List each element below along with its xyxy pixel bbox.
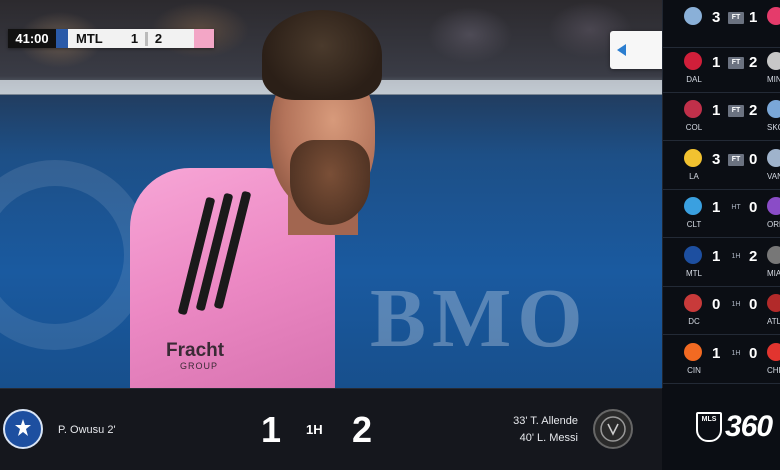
away-team-logo-icon [767, 148, 780, 167]
away-team-abbr: VAN [767, 171, 780, 181]
home-team-logo-icon [684, 51, 702, 70]
game-status: HT [731, 204, 741, 211]
away-goal-scorers: 33' T. Allende 40' L. Messi [498, 413, 578, 447]
home-team-abbr: LA [689, 171, 699, 181]
away-team-abbr: SKC [767, 123, 780, 132]
home-team-score: 1 [712, 247, 721, 265]
home-team-score: 1 [712, 199, 721, 216]
away-team-score: 0 [749, 150, 758, 168]
game-row[interactable]: CIN 1 1H 0 CHI [663, 336, 780, 384]
away-team-score: 0 [749, 344, 758, 362]
match-period: 1H [306, 422, 323, 437]
play-arrow-icon [617, 44, 626, 56]
home-team-abbr: MTL [76, 31, 103, 46]
mls-360-label: 360 [725, 410, 773, 443]
away-team-logo-icon [767, 197, 780, 215]
away-team-logo-icon [767, 245, 780, 264]
away-scorer: 40' L. Messi [519, 432, 578, 444]
cf-montreal-crest-icon [3, 409, 43, 449]
home-team-abbr: COL [685, 123, 703, 132]
game-row[interactable]: DC 0 1H 0 ATL [663, 287, 780, 335]
jersey-sponsor-sub: GROUP [180, 361, 219, 371]
mls-shield-icon: MLS [696, 412, 722, 442]
home-color-bar [56, 29, 68, 48]
video-player[interactable]: BMO Fracht GROUP 41:00 MTL 1 2 [0, 0, 662, 388]
player-figure [130, 0, 382, 388]
game-status: 1H [731, 301, 741, 308]
home-team-abbr: CIN [687, 365, 701, 375]
home-score-large: 1 [261, 409, 282, 450]
away-team-score: 2 [749, 53, 758, 71]
home-team-logo-icon [684, 100, 702, 118]
away-team-logo-icon [767, 294, 780, 312]
home-score: 1 [130, 31, 139, 46]
league-scores-panel: 3 FT 1 DAL 1 FT 2 MIN COL 1 FT 2 SKC LA … [662, 0, 780, 388]
match-clock: 41:00 [8, 29, 56, 48]
away-team-abbr: ORL [767, 220, 780, 229]
game-row[interactable]: 3 FT 1 [663, 0, 780, 48]
home-team-abbr: DAL [686, 74, 702, 84]
away-team-abbr: CHI [767, 365, 780, 375]
home-team-score: 1 [712, 53, 721, 71]
game-status: FT [728, 56, 744, 69]
away-team-logo-icon [767, 100, 780, 118]
game-row[interactable]: LA 3 FT 0 VAN [663, 142, 780, 190]
away-team-score: 0 [749, 296, 758, 313]
game-row[interactable]: DAL 1 FT 2 MIN [663, 45, 780, 93]
home-team-score: 3 [712, 150, 721, 168]
away-team-abbr: ATL [767, 317, 780, 326]
away-team-score: 1 [749, 9, 758, 26]
game-row[interactable]: COL 1 FT 2 SKC [663, 93, 780, 141]
home-team-abbr: MTL [686, 268, 702, 278]
away-team-logo-icon [767, 51, 780, 70]
jersey-sponsor: Fracht [166, 340, 225, 361]
away-team-logo-icon [767, 342, 780, 361]
game-row[interactable]: CLT 1 HT 0 ORL [663, 190, 780, 238]
home-team-logo-icon [684, 7, 702, 25]
live-scorebug: 41:00 MTL 1 2 [8, 29, 214, 48]
away-team-abbr: MIA [767, 268, 780, 278]
scorebug-teams: MTL 1 2 [68, 29, 194, 48]
game-status: FT [728, 105, 744, 117]
home-team-score: 0 [712, 296, 721, 313]
away-team-logo-icon [767, 7, 780, 25]
home-team-logo-icon [684, 294, 702, 312]
away-team-score: 2 [749, 247, 758, 265]
home-team-score: 1 [712, 102, 721, 119]
home-goal-scorer: P. Owusu 2' [58, 424, 116, 436]
game-status: FT [728, 153, 744, 166]
game-row[interactable]: MTL 1 1H 2 MIA [663, 239, 780, 287]
home-team-abbr: DC [688, 317, 700, 326]
away-score: 2 [154, 31, 163, 46]
home-team-logo-icon [684, 197, 702, 215]
away-color-bar [194, 29, 214, 48]
home-team-logo-icon [684, 148, 702, 167]
away-scorer: 33' T. Allende [513, 415, 578, 427]
match-scoreboard: P. Owusu 2' 1 1H 2 33' T. Allende 40' L.… [0, 388, 662, 470]
home-team-abbr: CLT [686, 220, 702, 229]
home-team-logo-icon [684, 245, 702, 264]
away-team-score: 0 [749, 199, 758, 216]
mls-360-branding: MLS 360 [662, 388, 780, 470]
away-team-abbr: MIN [767, 74, 780, 84]
away-team-score: 2 [749, 102, 758, 119]
club-crest-decoration [0, 160, 150, 350]
game-status: 1H [731, 252, 741, 260]
home-team-score: 1 [712, 344, 721, 362]
ad-text: BMO [370, 272, 589, 365]
game-status: FT [728, 12, 744, 24]
home-team-logo-icon [684, 342, 702, 361]
game-status: 1H [731, 349, 741, 357]
away-score-large: 2 [352, 409, 373, 450]
home-team-score: 3 [712, 9, 721, 26]
inter-miami-crest-icon [593, 409, 633, 449]
